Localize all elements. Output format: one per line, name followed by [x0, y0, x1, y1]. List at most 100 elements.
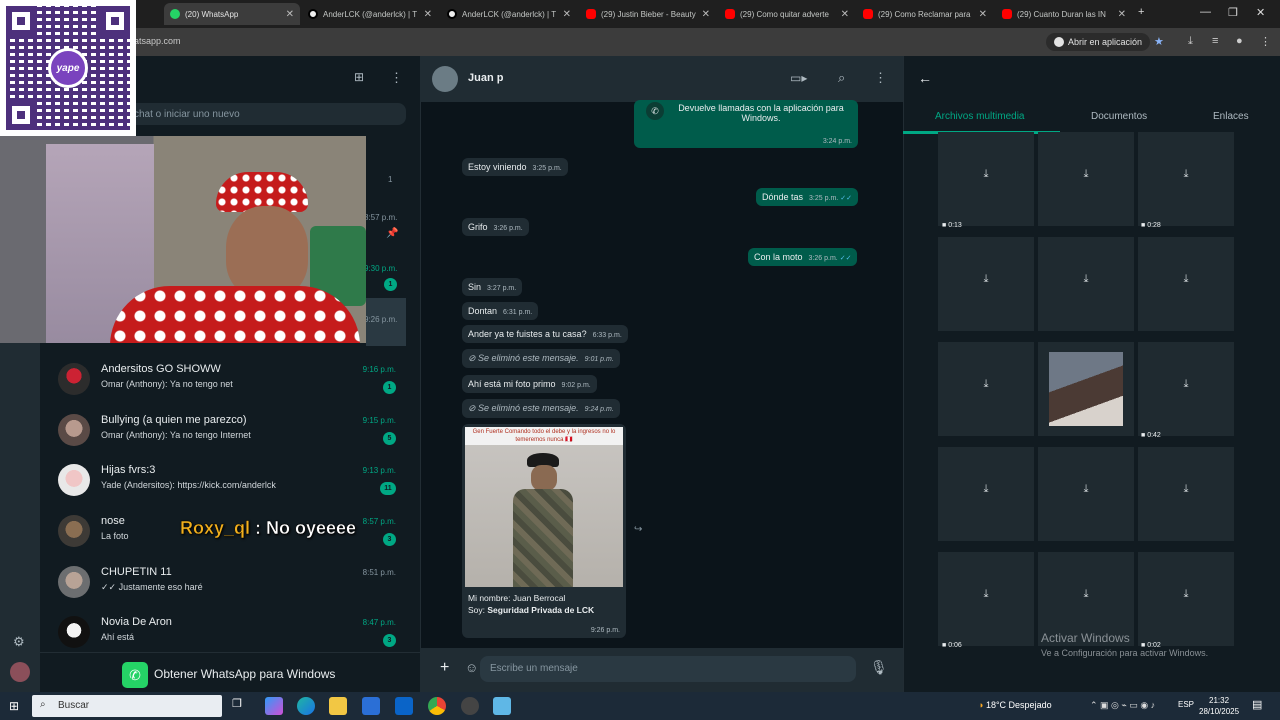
windows-start-icon[interactable]: ⊞	[9, 699, 19, 713]
message-bubble[interactable]: Ahí está mi foto primo 9:02 p.m.	[462, 375, 597, 393]
close-tab-icon[interactable]: ✕	[698, 9, 710, 20]
message-bubble[interactable]: Dónde tas 3:25 p.m. ✓✓	[756, 188, 858, 206]
tab-youtube-3[interactable]: (29) Como Reclamar para ✕	[857, 3, 993, 25]
obs-icon[interactable]	[461, 697, 479, 715]
download-icon[interactable]: ⤓	[1079, 273, 1093, 289]
back-arrow-icon[interactable]: ←	[918, 70, 932, 86]
close-tab-icon[interactable]: ✕	[837, 9, 849, 20]
tab-youtube-2[interactable]: (29) Como quitar adverte ✕	[719, 3, 855, 25]
download-icon[interactable]: ⤓	[1179, 483, 1193, 499]
video-call-icon[interactable]: ▭▸	[790, 71, 807, 85]
media-tile[interactable]: ⤓	[938, 447, 1034, 541]
chat-item[interactable]: Hijas fvrs:3 Yade (Andersitos): https://…	[40, 458, 420, 508]
app-icon[interactable]	[493, 697, 511, 715]
new-chat-icon[interactable]: ⊞	[354, 70, 364, 84]
url-text[interactable]: atsapp.com	[134, 36, 181, 46]
language-indicator[interactable]: ESP	[1178, 700, 1194, 709]
taskbar-search[interactable]: ⌕ Buscar	[32, 695, 222, 717]
browser-menu-icon[interactable]: ⋮	[1260, 35, 1271, 48]
message-bubble[interactable]: Sin 3:27 p.m.	[462, 278, 523, 296]
image-message[interactable]: Gen Fuerte Comando todo el debe y la ing…	[462, 424, 626, 638]
close-tab-icon[interactable]: ✕	[420, 9, 432, 20]
tab-links[interactable]: Enlaces	[1213, 111, 1249, 122]
download-icon[interactable]: ⤓	[979, 378, 993, 394]
outlook-icon[interactable]	[395, 697, 413, 715]
chat-item[interactable]: Bullying (a quien me parezco) Omar (Anth…	[40, 408, 420, 458]
tab-media[interactable]: Archivos multimedia	[935, 111, 1024, 122]
media-tile[interactable]: ⤓	[1138, 552, 1234, 646]
contact-name[interactable]: Juan p	[468, 72, 503, 84]
message-bubble[interactable]: Estoy viniendo 3:25 p.m.	[462, 158, 568, 176]
forward-icon[interactable]: ↪	[634, 524, 642, 535]
conversation-header[interactable]: Juan p ▭▸ ⌕ ⋮	[420, 56, 903, 102]
open-in-app-button[interactable]: Abrir en aplicación	[1046, 33, 1151, 51]
store-icon[interactable]	[362, 697, 380, 715]
soldier-photo[interactable]: Gen Fuerte Comando todo el debe y la ing…	[465, 427, 623, 587]
search-input[interactable]: chat o iniciar uno nuevo	[124, 103, 406, 125]
download-icon[interactable]: ⤓	[979, 273, 993, 289]
profile-icon[interactable]: ●	[1236, 35, 1243, 47]
download-icon[interactable]: ⤓	[1079, 483, 1093, 499]
task-view-icon[interactable]: ❐	[232, 697, 250, 715]
copilot-icon[interactable]	[265, 697, 283, 715]
contact-avatar[interactable]	[432, 66, 458, 92]
download-icon[interactable]: ⤓	[979, 168, 993, 184]
attach-plus-icon[interactable]: +	[440, 659, 449, 677]
menu-icon[interactable]: ⋮	[874, 70, 887, 86]
tab-tiktok-1[interactable]: AnderLCK (@anderlck) | T ✕	[302, 3, 438, 25]
edge-icon[interactable]	[297, 697, 315, 715]
close-tab-icon[interactable]: ✕	[975, 9, 987, 20]
deleted-message[interactable]: ⊘ Se eliminó este mensaje. 9:24 p.m.	[462, 399, 620, 418]
close-tab-icon[interactable]: ✕	[1114, 9, 1126, 20]
search-icon[interactable]: ⌕	[838, 70, 845, 86]
tab-youtube-1[interactable]: (29) Justin Bieber - Beauty ✕	[580, 3, 716, 25]
weather-widget[interactable]: ◑ 18°C Despejado	[978, 700, 1052, 710]
maximize-icon[interactable]: ❐	[1228, 6, 1238, 19]
new-tab-icon[interactable]: +	[1138, 6, 1144, 18]
media-tile-photo[interactable]	[1038, 342, 1134, 436]
bookmark-star-icon[interactable]: ★	[1154, 35, 1164, 48]
download-icon[interactable]: ⤓	[979, 588, 993, 604]
tab-whatsapp[interactable]: (20) WhatsApp ✕	[164, 3, 300, 25]
media-tile[interactable]: ⤓	[938, 132, 1034, 226]
media-tile[interactable]: ⤓	[1138, 342, 1234, 436]
download-icon[interactable]: ⤓	[1079, 168, 1093, 184]
get-whatsapp-banner[interactable]: ✆ Obtener WhatsApp para Windows	[40, 652, 420, 692]
media-control-icon[interactable]: ≡	[1212, 35, 1218, 47]
menu-icon[interactable]: ⋮	[390, 70, 403, 86]
sticker-icon[interactable]: ☺	[465, 660, 478, 675]
microphone-icon[interactable]: 🎙	[870, 659, 888, 676]
tab-documents[interactable]: Documentos	[1091, 111, 1147, 122]
minimize-icon[interactable]: —	[1200, 6, 1211, 18]
media-tile[interactable]: ⤓	[938, 237, 1034, 331]
media-tile[interactable]: ⤓	[1038, 132, 1134, 226]
message-bubble[interactable]: Grifo 3:26 p.m.	[462, 218, 529, 236]
download-icon[interactable]: ⤓	[1179, 273, 1193, 289]
media-tile[interactable]: ⤓	[1138, 132, 1234, 226]
download-icon[interactable]: ⤓	[1179, 168, 1193, 184]
chrome-icon[interactable]	[428, 697, 446, 715]
deleted-message[interactable]: ⊘ Se eliminó este mensaje. 9:01 p.m.	[462, 349, 620, 368]
clock[interactable]: 21:32 28/10/2025	[1199, 695, 1239, 717]
file-explorer-icon[interactable]	[329, 697, 347, 715]
tab-tiktok-2[interactable]: AnderLCK (@anderlck) | T ✕	[441, 3, 577, 25]
close-window-icon[interactable]: ✕	[1256, 6, 1265, 19]
download-icon[interactable]: ⤓	[1179, 588, 1193, 604]
media-tile[interactable]: ⤓	[1138, 447, 1234, 541]
message-bubble[interactable]: Ander ya te fuistes a tu casa? 6:33 p.m.	[462, 325, 628, 343]
chat-item[interactable]: Andersitos GO SHOWW Omar (Anthony): Ya n…	[40, 357, 420, 407]
download-icon[interactable]: ⤓	[1188, 35, 1193, 48]
message-bubble[interactable]: Con la moto 3:26 p.m. ✓✓	[748, 248, 858, 266]
notification-icon[interactable]: ▤	[1252, 698, 1262, 711]
media-tile[interactable]: ⤓	[938, 552, 1034, 646]
message-bubble[interactable]: Dontan 6:31 p.m.	[462, 302, 539, 320]
close-tab-icon[interactable]: ✕	[559, 9, 571, 20]
chat-item[interactable]: CHUPETIN 11 ✓✓ Justamente eso haré 8:51 …	[40, 560, 420, 610]
download-icon[interactable]: ⤓	[1079, 588, 1093, 604]
media-tile[interactable]: ⤓	[938, 342, 1034, 436]
profile-avatar[interactable]	[10, 662, 30, 682]
download-icon[interactable]: ⤓	[1179, 378, 1193, 394]
message-input[interactable]: Escribe un mensaje	[480, 656, 856, 682]
download-icon[interactable]: ⤓	[979, 483, 993, 499]
tray-icons[interactable]: ⌃ ▣ ◎ ⌁ ▭ ◉ ♪	[1090, 700, 1155, 711]
